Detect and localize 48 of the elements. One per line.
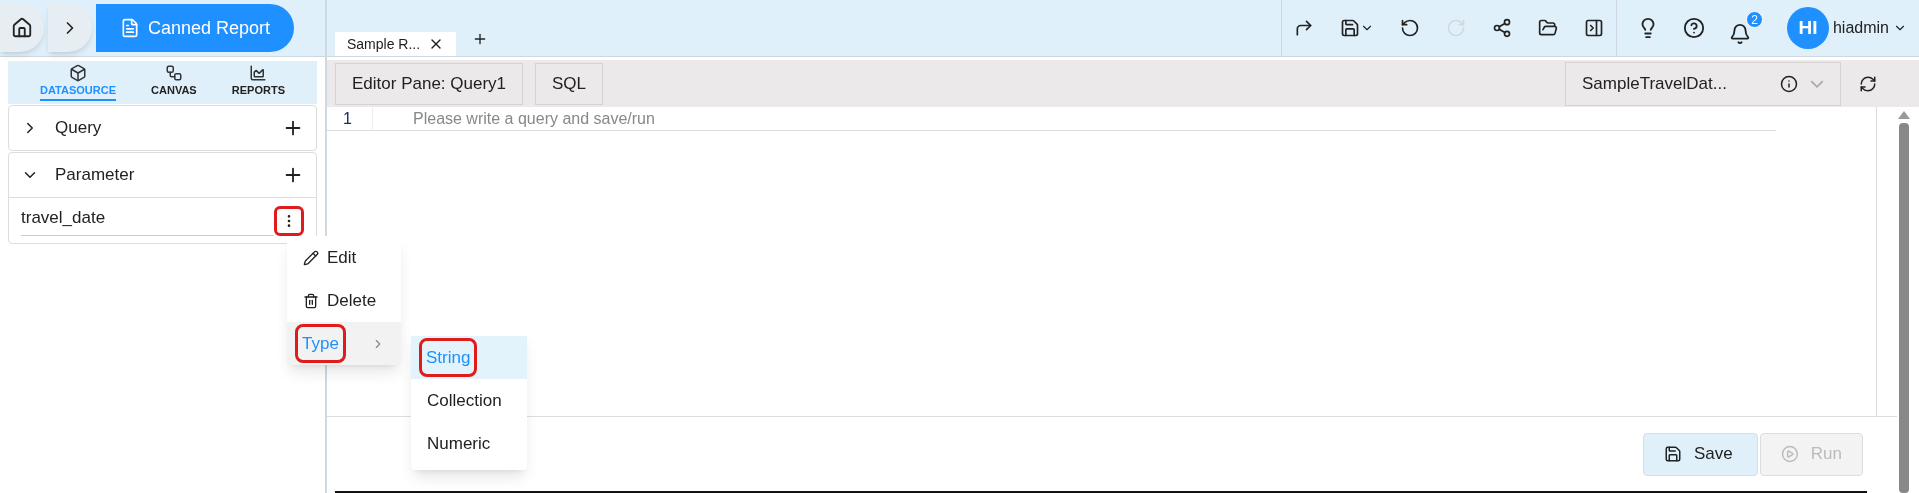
avatar: HI xyxy=(1786,7,1829,49)
toolbar-button[interactable] xyxy=(1583,18,1604,38)
home-button[interactable] xyxy=(0,4,44,52)
language-label: SQL xyxy=(535,62,604,105)
help-button[interactable] xyxy=(1682,17,1705,39)
cube-icon xyxy=(69,64,87,83)
editor-placeholder[interactable]: Please write a query and save/run xyxy=(373,107,655,130)
refresh-icon xyxy=(1859,74,1877,93)
user-menu[interactable]: HI hiadmin xyxy=(1786,7,1907,49)
toolbar-button[interactable] xyxy=(1491,18,1512,38)
undo-icon xyxy=(1399,18,1420,38)
datasource-select[interactable]: SampleTravelDat... xyxy=(1565,61,1841,106)
save-button[interactable]: Save xyxy=(1643,432,1758,476)
share-icon xyxy=(1491,18,1512,38)
chevron-down-icon xyxy=(1810,79,1824,88)
pencil-icon xyxy=(303,249,319,266)
toolbar-button[interactable] xyxy=(1339,18,1374,38)
info-icon xyxy=(1780,74,1798,93)
editor-pane-label: Editor Pane: Query1 xyxy=(335,62,524,105)
home-icon xyxy=(11,17,33,39)
menu-item[interactable]: Collection xyxy=(411,379,527,422)
section-header[interactable]: Parameter xyxy=(9,153,316,197)
user-name: hiadmin xyxy=(1832,18,1889,38)
save-icon xyxy=(1664,445,1682,463)
save-icon xyxy=(1339,18,1360,38)
notification-count: 2 xyxy=(1745,11,1763,28)
breadcrumb-title: Canned Report xyxy=(148,16,271,40)
menu-item[interactable]: Edit xyxy=(287,236,401,279)
help-icon xyxy=(1682,17,1705,39)
toolbar-button[interactable] xyxy=(1399,18,1420,38)
menu-item[interactable]: Numeric xyxy=(411,422,527,465)
bell-icon xyxy=(1728,23,1751,45)
section-header[interactable]: Query xyxy=(9,106,316,150)
line-number: 1 xyxy=(327,107,373,130)
trash-icon xyxy=(303,292,319,309)
document-tab[interactable]: Sample R... xyxy=(335,32,457,56)
toolbar-button[interactable] xyxy=(1537,18,1558,38)
refresh-icon xyxy=(1445,18,1466,38)
play-icon xyxy=(1781,445,1799,463)
folder-icon xyxy=(1537,18,1558,38)
area-chart-icon xyxy=(249,64,268,83)
flowchart-icon xyxy=(164,64,183,83)
panel-icon xyxy=(1583,18,1604,38)
side-tab[interactable]: REPORTS xyxy=(223,61,293,104)
side-tab[interactable]: CANVAS xyxy=(143,61,205,104)
menu-item[interactable]: Delete xyxy=(287,279,401,322)
parameter-item[interactable]: travel_date xyxy=(21,205,274,236)
document-icon xyxy=(120,18,140,38)
